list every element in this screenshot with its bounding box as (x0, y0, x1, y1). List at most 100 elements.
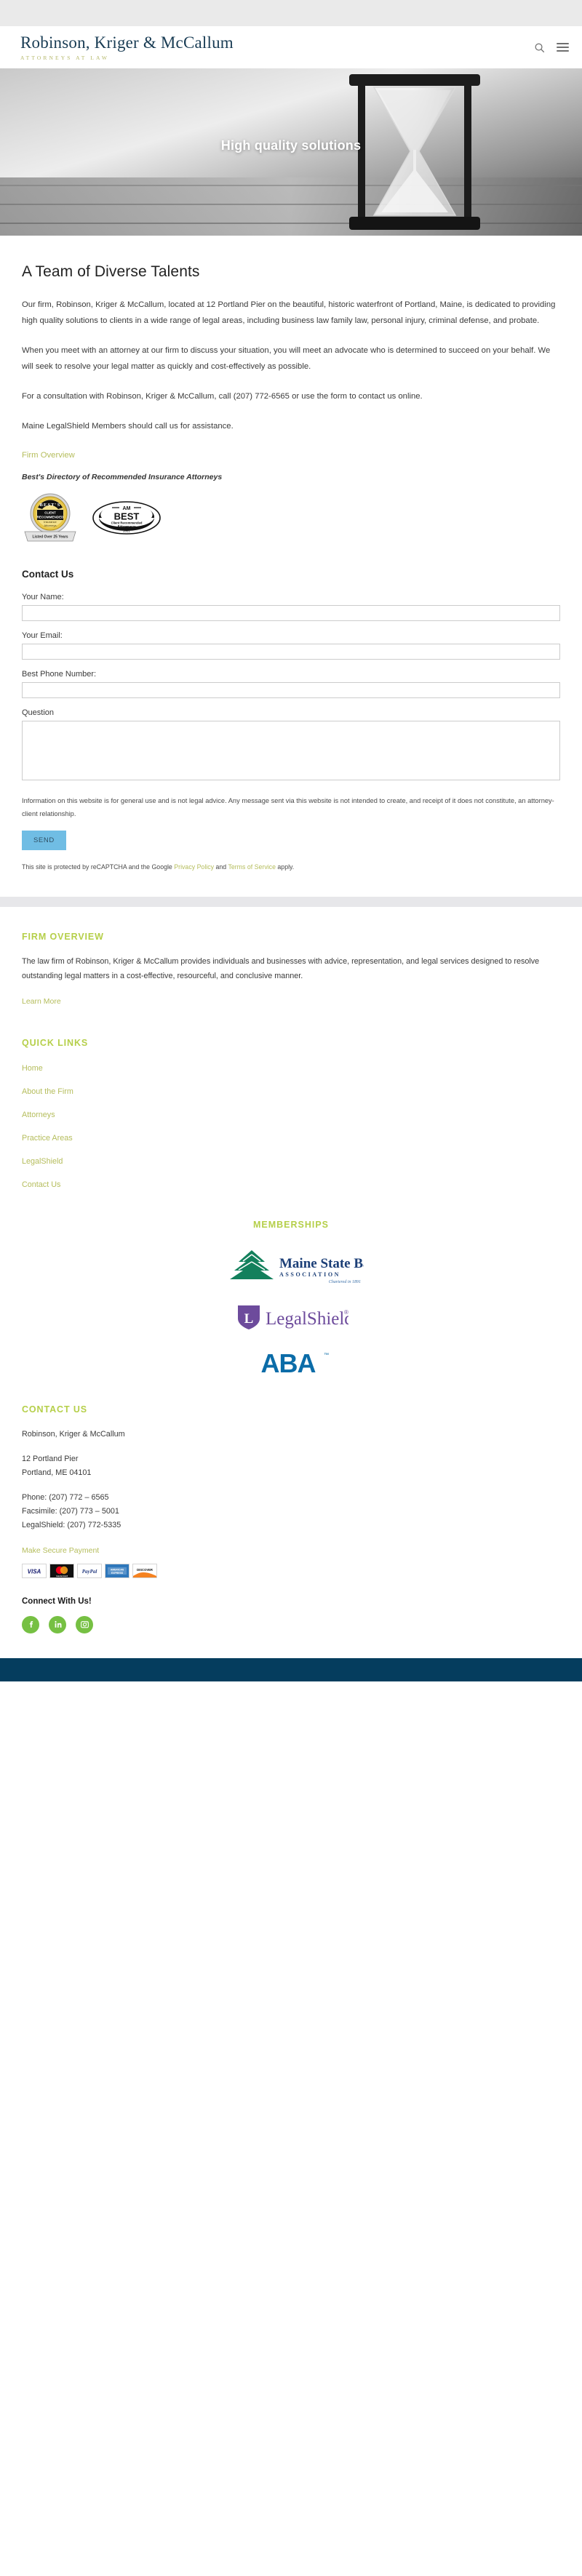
quick-link-practice-areas[interactable]: Practice Areas (22, 1134, 73, 1143)
make-secure-payment-link[interactable]: Make Secure Payment (22, 1546, 99, 1555)
contact-phones: Phone: (207) 772 – 6565 Facsimile: (207)… (22, 1491, 560, 1533)
membership-logo-maine-state-bar[interactable]: Maine State Bar ASSOCIATION Chartered in… (22, 1246, 560, 1287)
connect-with-us-heading: Connect With Us! (22, 1596, 92, 1606)
your-email-label: Your Email: (22, 631, 63, 641)
recaptcha-notice: This site is protected by reCAPTCHA and … (22, 863, 560, 871)
svg-text:BEST'S: BEST'S (39, 503, 60, 508)
linkedin-icon[interactable] (49, 1615, 66, 1633)
svg-text:Attorneys: Attorneys (44, 524, 57, 527)
facebook-icon[interactable] (22, 1615, 39, 1633)
svg-text:CLIENT: CLIENT (44, 511, 56, 515)
quick-link-contact-us[interactable]: Contact Us (22, 1180, 60, 1189)
search-icon[interactable] (534, 42, 545, 53)
quick-link-legalshield[interactable]: LegalShield (22, 1157, 63, 1166)
hero-banner: High quality solutions (0, 68, 582, 236)
bests-client-recommended-badge: BEST'S CLIENT RECOMMENDED Insurance Atto… (24, 493, 76, 542)
brand-name: Robinson, Kriger & McCallum (20, 33, 234, 52)
svg-text:®: ® (344, 1309, 348, 1316)
quick-link-home[interactable]: Home (22, 1064, 43, 1073)
best-phone-number-input[interactable] (22, 682, 560, 699)
list-item: LegalShield (22, 1154, 560, 1167)
amex-card-icon[interactable]: AMERICAN EXPRESS (105, 1563, 129, 1578)
firm-overview-body: The law firm of Robinson, Kriger & McCal… (22, 957, 540, 981)
paypal-card-icon[interactable]: PayPal (77, 1563, 102, 1578)
discover-card-icon[interactable]: DISCOVER (132, 1563, 157, 1578)
intro-paragraph-4: Maine LegalShield Members should call us… (22, 422, 234, 431)
firm-overview-heading: FIRM OVERVIEW (22, 932, 104, 943)
intro-paragraph-1: Our firm, Robinson, Kriger & McCallum, l… (22, 300, 556, 326)
recaptcha-prefix: This site is protected by reCAPTCHA and … (22, 863, 175, 871)
svg-text:L: L (244, 1311, 254, 1327)
award-badges: BEST'S CLIENT RECOMMENDED Insurance Atto… (22, 492, 560, 544)
learn-more-link[interactable]: Learn More (22, 997, 61, 1006)
svg-text:EXPRESS: EXPRESS (111, 1572, 124, 1575)
your-email-input[interactable] (22, 644, 560, 660)
quick-link-attorneys[interactable]: Attorneys (22, 1111, 55, 1119)
firm-overview-link[interactable]: Firm Overview (22, 451, 75, 460)
your-name-input[interactable] (22, 605, 560, 622)
membership-logo-legalshield[interactable]: L LegalShield ® (22, 1303, 560, 1332)
list-item: Contact Us (22, 1177, 560, 1191)
quick-link-about-the-firm[interactable]: About the Firm (22, 1087, 73, 1096)
privacy-policy-link[interactable]: Privacy Policy (174, 863, 214, 871)
svg-text:PayPal: PayPal (82, 1569, 97, 1575)
visa-card-icon[interactable]: VISA (22, 1563, 47, 1578)
svg-text:BEST: BEST (114, 511, 140, 522)
field-your-name: Your Name: (22, 593, 560, 622)
maine-state-bar-association-logo: Maine State Bar ASSOCIATION Chartered in… (230, 1250, 364, 1284)
address-line-2: Portland, ME 04101 (22, 1468, 92, 1478)
hero-title: High quality solutions (220, 138, 362, 153)
contact-form-title: Contact Us (22, 569, 74, 580)
list-item: About the Firm (22, 1084, 560, 1097)
section-divider (0, 897, 582, 908)
social-links (22, 1615, 560, 1633)
footer-firm-overview: FIRM OVERVIEW The law firm of Robinson, … (22, 932, 560, 1007)
terms-of-service-link[interactable]: Terms of Service (228, 863, 276, 871)
svg-text:AMERICAN: AMERICAN (111, 1568, 124, 1571)
svg-text:Listed Over 25 Years: Listed Over 25 Years (32, 535, 68, 540)
contact-us-heading: CONTACT US (22, 1404, 88, 1415)
footer-memberships: MEMBERSHIPS Maine State Bar ASSOCIATION … (22, 1220, 560, 1378)
page-title: A Team of Diverse Talents (22, 263, 200, 280)
send-button[interactable]: SEND (22, 831, 66, 851)
legalshield-logo: L LegalShield ® (238, 1305, 348, 1330)
question-label: Question (22, 708, 55, 718)
american-bar-association-logo: ABA ™ (261, 1348, 330, 1378)
svg-text:DISCOVER: DISCOVER (137, 1568, 153, 1572)
intro-paragraph-2: When you meet with an attorney at our fi… (22, 346, 551, 372)
svg-text:Client Recommended: Client Recommended (111, 521, 143, 525)
brand-tagline: ATTORNEYS AT LAW (20, 54, 110, 61)
site-header: Robinson, Kriger & McCallum ATTORNEYS AT… (0, 26, 582, 68)
brand-logo[interactable]: Robinson, Kriger & McCallum ATTORNEYS AT… (20, 33, 234, 60)
msba-line1: Maine State Bar (279, 1256, 364, 1271)
field-your-email: Your Email: (22, 631, 560, 660)
mastercard-card-icon[interactable]: mastercard (49, 1563, 74, 1578)
footer-contact: CONTACT US Robinson, Kriger & McCallum 1… (22, 1404, 560, 1633)
hamburger-menu-icon[interactable] (557, 43, 569, 52)
payment-methods: VISA mastercard PayPal AMERICAN EXPRESS D… (22, 1563, 560, 1578)
your-name-label: Your Name: (22, 593, 64, 602)
list-item: Practice Areas (22, 1131, 560, 1144)
svg-text:RECOMMENDED: RECOMMENDED (36, 516, 64, 519)
form-disclaimer: Information on this website is for gener… (22, 797, 554, 818)
main-content: A Team of Diverse Talents Our firm, Robi… (0, 236, 582, 871)
header-tools (534, 42, 569, 53)
instagram-icon[interactable] (76, 1615, 93, 1633)
msba-line2: ASSOCIATION (279, 1271, 340, 1278)
site-footer: FIRM OVERVIEW The law firm of Robinson, … (0, 907, 582, 1633)
bests-directory-caption: Best's Directory of Recommended Insuranc… (22, 473, 223, 482)
list-item: Home (22, 1061, 560, 1074)
svg-text:mastercard: mastercard (56, 1575, 68, 1577)
address-line-1: 12 Portland Pier (22, 1454, 79, 1463)
contact-phone: Phone: (207) 772 – 6565 (22, 1492, 109, 1502)
recaptcha-suffix: apply. (275, 863, 295, 871)
contact-firm-name: Robinson, Kriger & McCallum (22, 1430, 125, 1439)
svg-text:™: ™ (324, 1353, 329, 1358)
footer-bottom-bar (0, 1657, 582, 1681)
question-textarea[interactable] (22, 721, 560, 781)
msba-line3: Chartered in 1891 (329, 1280, 361, 1284)
membership-logo-aba[interactable]: ABA ™ (22, 1348, 560, 1378)
list-item: Attorneys (22, 1108, 560, 1121)
field-question: Question (22, 708, 560, 784)
quick-links-list: Home About the Firm Attorneys Practice A… (22, 1061, 560, 1191)
